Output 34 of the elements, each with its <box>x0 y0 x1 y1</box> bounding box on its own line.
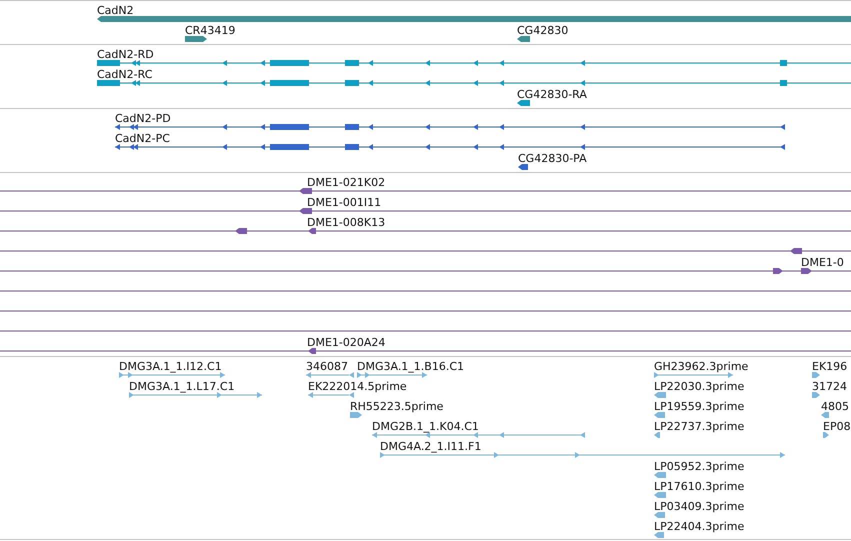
feature-label: DME1-008K13 <box>307 216 386 229</box>
feature-label: 4805 <box>821 400 849 413</box>
feature-label: CR43419 <box>185 24 236 37</box>
feature-label: CG42830-PA <box>518 152 587 165</box>
feature-label: CadN2-RC <box>97 68 152 81</box>
feature-label: EK222014.5prime <box>308 380 407 393</box>
feature-label: EP08 <box>823 420 851 433</box>
feature-label: DMG3A.1_1.B16.C1 <box>357 360 464 373</box>
feature-label: CG42830-RA <box>517 88 587 101</box>
feature-label: EK196 <box>812 360 848 373</box>
feature-label: LP19559.3prime <box>654 400 744 413</box>
feature-label: LP03409.3prime <box>654 500 744 513</box>
feature-label: GH23962.3prime <box>654 360 748 373</box>
feature-label: CadN2-RD <box>97 48 154 61</box>
feature-label: CadN2-PD <box>115 112 171 125</box>
feature-label: CadN2 <box>97 4 134 17</box>
feature-label: LP17610.3prime <box>654 480 744 493</box>
feature-label: CG42830 <box>517 24 568 37</box>
feature-label: DME1-001I11 <box>307 196 382 209</box>
feature-label: LP05952.3prime <box>654 460 744 473</box>
feature-label: RH55223.5prime <box>350 400 444 413</box>
feature-label: LP22404.3prime <box>654 520 744 533</box>
feature-label: 31724 <box>812 380 847 393</box>
feature-label: DME1-020A24 <box>307 336 386 349</box>
feature-label: DMG3A.1_1.I12.C1 <box>119 360 222 373</box>
feature-label: DME1-0 <box>801 256 844 269</box>
feature-label: 346087 <box>306 360 348 373</box>
feature-label: DMG3A.1_1.L17.C1 <box>129 380 235 393</box>
feature-label: LP22737.3prime <box>654 420 744 433</box>
feature-label: CadN2-PC <box>115 132 170 145</box>
feature-label: DME1-021K02 <box>307 176 386 189</box>
feature-label: DMG2B.1_1.K04.C1 <box>372 420 479 433</box>
feature-label: LP22030.3prime <box>654 380 744 393</box>
feature-label: DMG4A.2_1.I11.F1 <box>380 440 482 453</box>
